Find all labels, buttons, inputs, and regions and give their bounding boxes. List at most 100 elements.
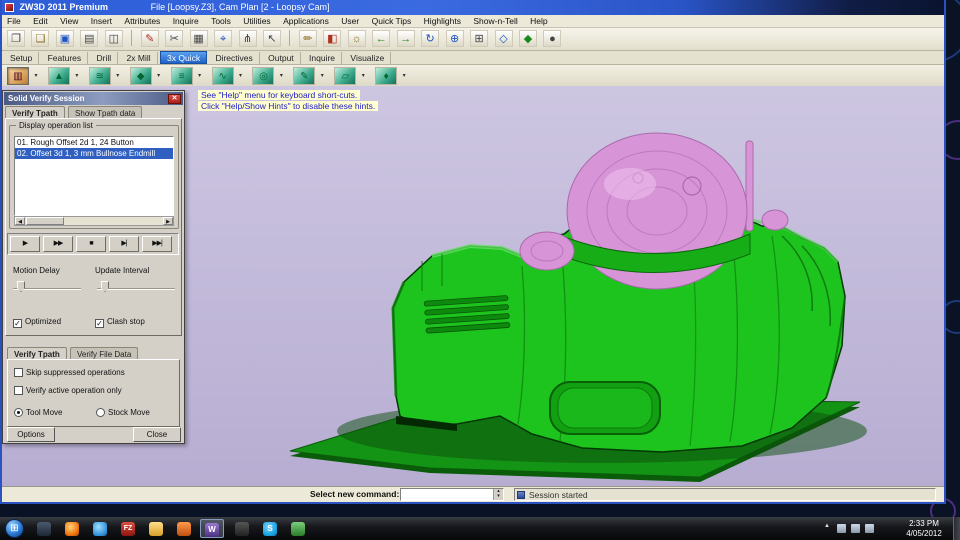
operation-listbox[interactable]: 01. Rough Offset 2d 1, 24 Button 02. Off…: [14, 136, 174, 216]
iso-view-icon[interactable]: ◇: [494, 30, 513, 47]
slider-thumb[interactable]: [101, 281, 109, 292]
sphere-view-icon[interactable]: ●: [543, 30, 562, 47]
cam-plan-icon[interactable]: ▲: [47, 67, 70, 85]
chevron-down-icon[interactable]: ▾: [157, 67, 165, 85]
flat-finish-icon[interactable]: ▱: [334, 67, 357, 85]
clash-stop-checkbox[interactable]: ✓ Clash stop: [95, 317, 145, 328]
slider-thumb[interactable]: [17, 281, 25, 292]
verify-active-only-checkbox[interactable]: Verify active operation only: [14, 386, 122, 395]
menu-edit[interactable]: Edit: [28, 15, 53, 28]
save-icon[interactable]: ▣: [55, 30, 74, 47]
play-button[interactable]: ▶: [10, 236, 40, 252]
menu-insert[interactable]: Insert: [86, 15, 117, 28]
lace-icon[interactable]: ≡: [170, 67, 193, 85]
zoom-all-icon[interactable]: ⊕: [445, 30, 464, 47]
scroll-left-icon[interactable]: ◀: [15, 217, 25, 225]
options-button[interactable]: Options: [7, 427, 55, 442]
command-history-spinner[interactable]: ▴ ▾: [493, 489, 503, 500]
chevron-down-icon[interactable]: ▾: [280, 67, 288, 85]
pick-arrow-icon[interactable]: ↖: [262, 30, 281, 47]
optimized-checkbox[interactable]: ✓ Optimized: [13, 317, 61, 328]
chevron-down-icon[interactable]: ▾: [75, 67, 83, 85]
drill-op-icon[interactable]: ♦: [375, 67, 398, 85]
volume-icon[interactable]: [865, 524, 874, 533]
tab-2x-mill[interactable]: 2x Mill: [121, 52, 158, 65]
radio-icon[interactable]: [96, 408, 105, 417]
open-file-icon[interactable]: ❑: [31, 30, 50, 47]
render-mode-icon[interactable]: ◆: [518, 30, 537, 47]
taskbar-zw3d-icon[interactable]: W: [200, 519, 224, 538]
dialog-titlebar[interactable]: Solid Verify Session ✕: [4, 92, 183, 105]
new-file-icon[interactable]: ❐: [7, 30, 25, 47]
view-back-icon[interactable]: ←: [372, 30, 391, 47]
stop-button[interactable]: ■: [76, 236, 106, 252]
taskbar-firefox-icon[interactable]: [60, 519, 84, 538]
print-preview-icon[interactable]: ◫: [104, 30, 123, 47]
chevron-down-icon[interactable]: ▾: [403, 67, 411, 85]
taskbar-explorer-icon[interactable]: [144, 519, 168, 538]
tray-app-icon[interactable]: [837, 524, 846, 533]
close-button[interactable]: Close: [133, 427, 181, 442]
show-desktop-button[interactable]: [953, 517, 960, 540]
chevron-down-icon[interactable]: ▾: [198, 67, 206, 85]
radio-selected-icon[interactable]: [14, 408, 23, 417]
stock-move-radio[interactable]: Stock Move: [96, 408, 150, 417]
tab-drill[interactable]: Drill: [91, 52, 119, 65]
chevron-down-icon[interactable]: ▾: [362, 67, 370, 85]
tab-output[interactable]: Output: [262, 52, 301, 65]
zoom-window-icon[interactable]: ⊞: [470, 30, 489, 47]
update-interval-slider[interactable]: [97, 279, 175, 293]
offset-3d-icon[interactable]: ◆: [129, 67, 152, 85]
taskbar-app-dark-icon[interactable]: [32, 519, 56, 538]
taskbar-clock[interactable]: 2:33 PM 4/05/2012: [900, 519, 948, 539]
view-forward-icon[interactable]: →: [396, 30, 415, 47]
light-icon[interactable]: ☼: [347, 30, 366, 47]
rough-offset-icon[interactable]: ≋: [88, 67, 111, 85]
menu-utilities[interactable]: Utilities: [238, 15, 275, 28]
regen-icon[interactable]: ↻: [421, 30, 440, 47]
pencil-icon[interactable]: ✏: [298, 30, 317, 47]
command-input[interactable]: [401, 489, 493, 500]
zigzag-icon[interactable]: ∿: [211, 67, 234, 85]
menu-view[interactable]: View: [55, 15, 83, 28]
solid-verify-icon[interactable]: ▥: [7, 67, 29, 85]
close-icon[interactable]: ✕: [168, 94, 181, 104]
taskbar-skype-icon[interactable]: S: [258, 519, 282, 538]
tab-directives[interactable]: Directives: [209, 52, 260, 65]
shade-mode-icon[interactable]: ◧: [323, 30, 342, 47]
scroll-thumb[interactable]: [26, 217, 64, 225]
print-icon[interactable]: ▤: [80, 30, 99, 47]
list-horizontal-scrollbar[interactable]: ◀ ▶: [14, 216, 174, 226]
run-to-end-button[interactable]: ▶▶|: [142, 236, 172, 252]
menu-applications[interactable]: Applications: [278, 15, 334, 28]
menu-user[interactable]: User: [336, 15, 364, 28]
chevron-down-icon[interactable]: ▾: [34, 67, 42, 85]
pencil-cut-icon[interactable]: ✎: [293, 67, 316, 85]
operation-item[interactable]: 01. Rough Offset 2d 1, 24 Button: [15, 137, 173, 148]
tab-visualize[interactable]: Visualize: [344, 52, 392, 65]
tool-move-radio[interactable]: Tool Move: [14, 408, 62, 417]
fast-forward-button[interactable]: ▶▶: [43, 236, 73, 252]
spin-down-icon[interactable]: ▾: [497, 493, 500, 499]
checkbox-empty-icon[interactable]: [14, 368, 23, 377]
tab-3x-quick[interactable]: 3x Quick: [160, 51, 208, 64]
tab-setup[interactable]: Setup: [4, 52, 40, 65]
taskbar-filezilla-icon[interactable]: FZ: [116, 519, 140, 538]
menu-inquire[interactable]: Inquire: [168, 15, 204, 28]
checkbox-check-icon[interactable]: ✓: [95, 319, 104, 328]
operation-item-selected[interactable]: 02. Offset 3d 1, 3 mm Bullnose Endmill: [15, 148, 173, 159]
motion-delay-slider[interactable]: [13, 279, 81, 293]
chevron-down-icon[interactable]: ▾: [239, 67, 247, 85]
network-icon[interactable]: [851, 524, 860, 533]
menu-help[interactable]: Help: [525, 15, 552, 28]
window-titlebar[interactable]: ZW3D 2011 Premium File [Loopsy.Z3], Cam …: [2, 0, 944, 15]
taskbar-media-icon[interactable]: [172, 519, 196, 538]
menu-quick-tips[interactable]: Quick Tips: [367, 15, 417, 28]
menu-attributes[interactable]: Attributes: [119, 15, 165, 28]
skip-suppressed-checkbox[interactable]: Skip suppressed operations: [14, 368, 125, 377]
trim-icon[interactable]: ✂: [165, 30, 184, 47]
target-icon[interactable]: ⌖: [214, 30, 233, 47]
taskbar-app3-icon[interactable]: [286, 519, 310, 538]
tray-expand-icon[interactable]: ▲: [824, 523, 830, 529]
menu-tools[interactable]: Tools: [206, 15, 236, 28]
